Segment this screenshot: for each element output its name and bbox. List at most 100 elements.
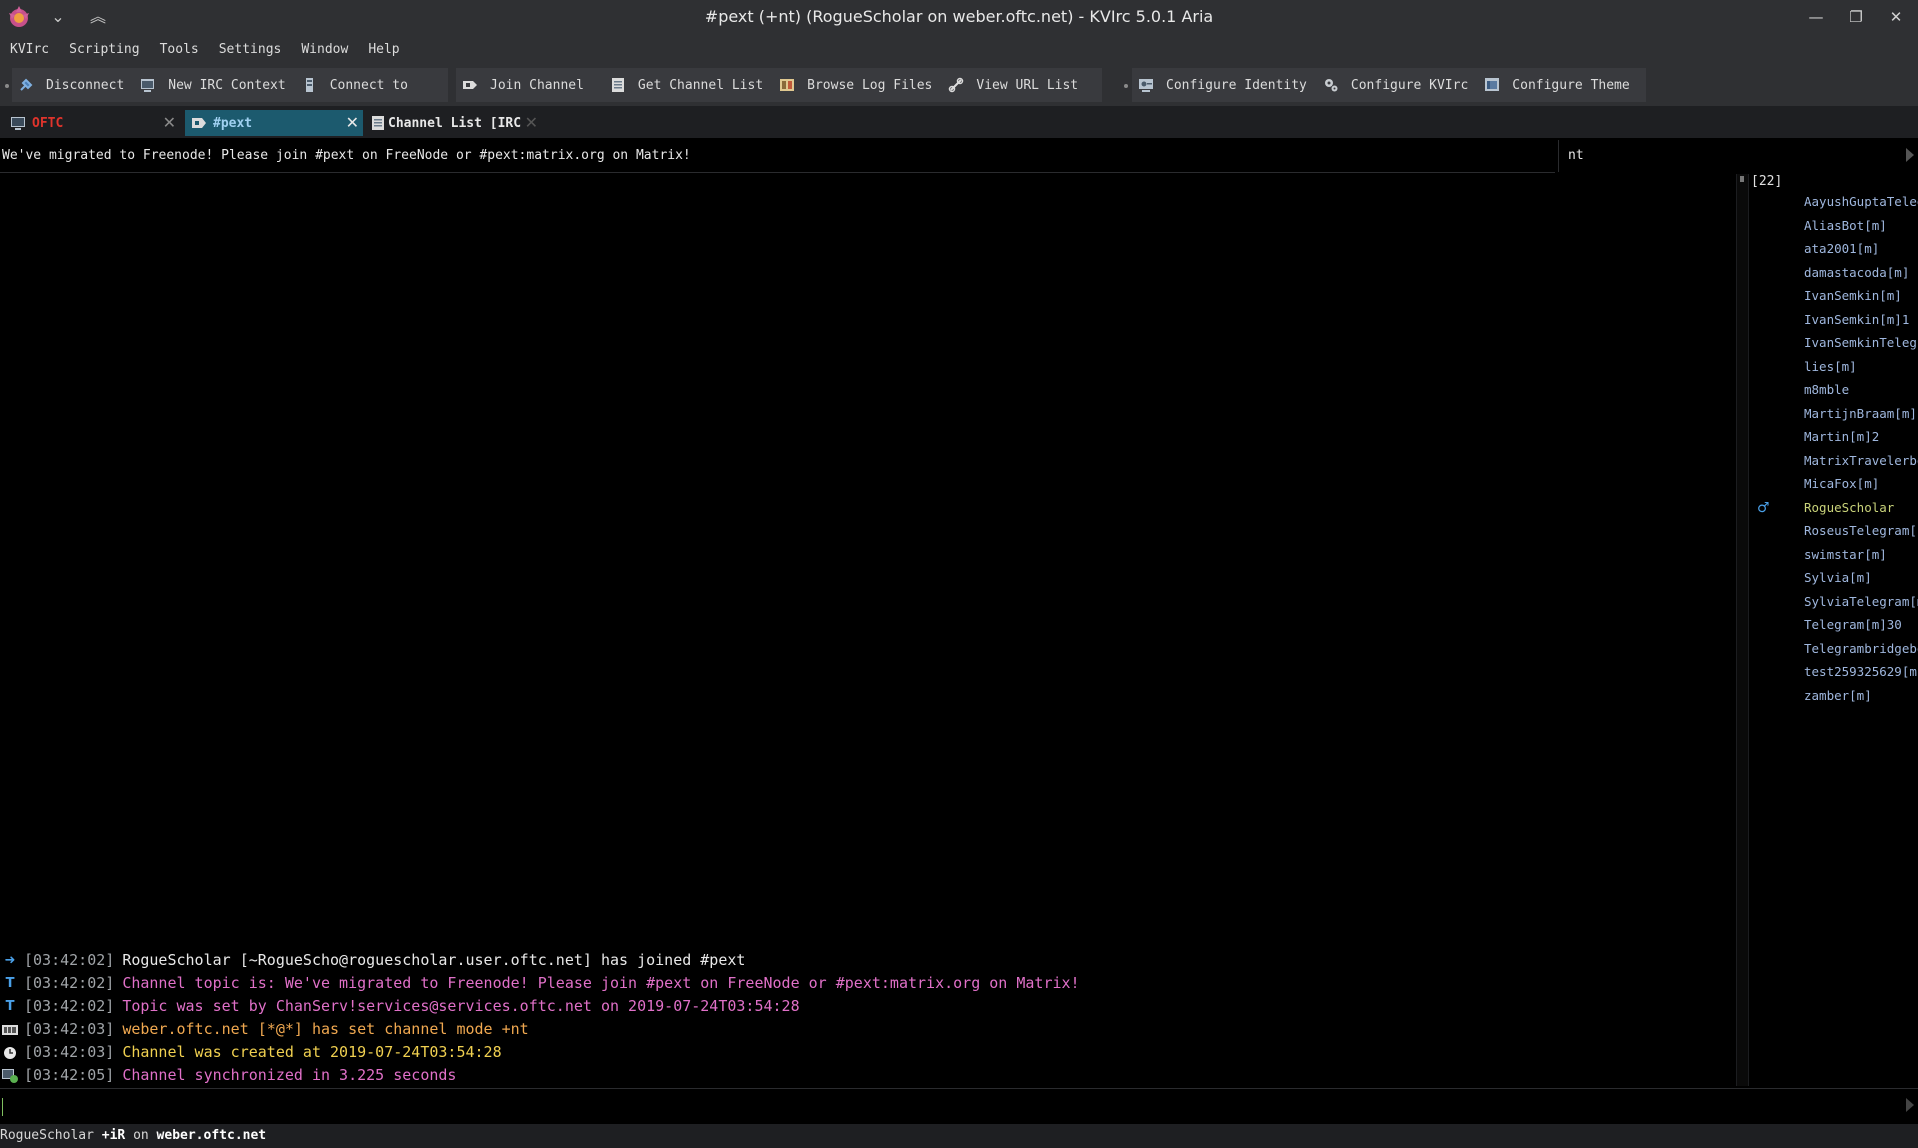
new-context-icon	[140, 77, 156, 93]
channel-mode-field[interactable]: nt	[1558, 140, 1903, 172]
menu-tools[interactable]: Tools	[150, 34, 209, 66]
menu-kvirc[interactable]: KVIrc	[0, 34, 59, 66]
channel-output-view[interactable]: ➜ [03:42:02] RogueScholar [~RogueScho@ro…	[0, 174, 1736, 1086]
message-text: RogueScholar [~RogueScho@roguescholar.us…	[122, 951, 746, 969]
get-channel-list-label: Get Channel List	[637, 77, 764, 93]
user-list-item[interactable]: MartijnBraam[m]	[1804, 402, 1917, 425]
user-list-item[interactable]: RogueScholar	[1804, 496, 1894, 519]
window-title: #pext (+nt) (RogueScholar on weber.oftc.…	[704, 7, 1214, 26]
configure-kvirc-button[interactable]: Configure KVIrc	[1317, 68, 1478, 102]
message-timestamp: [03:42:03]	[24, 1020, 115, 1038]
double-chevron-up-icon[interactable]: ︽	[86, 5, 110, 29]
topic-icon: T	[5, 999, 15, 1014]
user-list-item[interactable]: swimstar[m]	[1804, 543, 1887, 566]
gears-icon	[1323, 77, 1339, 93]
message-line: [03:42:03] weber.oftc.net [*@*] has set …	[0, 1018, 529, 1041]
message-timestamp: [03:42:02]	[24, 951, 115, 969]
configure-theme-button[interactable]: Configure Theme	[1478, 68, 1639, 102]
chevron-down-icon[interactable]: ⌄	[46, 5, 70, 29]
close-tab-pext-icon[interactable]: ✕	[346, 110, 359, 136]
user-list-item[interactable]: MicaFox[m]	[1804, 472, 1879, 495]
toolbar-group-connection: Disconnect New IRC Context Connect to	[12, 68, 448, 102]
output-scrollbar-thumb[interactable]	[1740, 176, 1744, 182]
toolbar-handle[interactable]	[1124, 84, 1128, 88]
user-list-item[interactable]: Telegram[m]30	[1804, 613, 1902, 636]
user-list-item[interactable]: m8mble	[1804, 378, 1849, 401]
input-expand-arrow-icon[interactable]	[1906, 1098, 1914, 1112]
menu-settings[interactable]: Settings	[209, 34, 292, 66]
message-input[interactable]	[0, 1088, 1918, 1123]
message-timestamp: [03:42:02]	[24, 997, 115, 1015]
status-nick: RogueScholar	[0, 1128, 94, 1143]
user-list-item[interactable]: IvanSemkin[m]	[1804, 284, 1902, 307]
console-icon	[11, 117, 25, 130]
user-list-item[interactable]: lies[m]	[1804, 355, 1857, 378]
message-line: ➜ [03:42:02] RogueScholar [~RogueScho@ro…	[0, 949, 746, 972]
sync-icon	[2, 1068, 18, 1084]
identity-icon	[1138, 77, 1154, 93]
tab-channel-list[interactable]: Channel List [IRC ✕	[368, 110, 540, 136]
server-icon	[302, 77, 318, 93]
user-count: [22]	[1751, 174, 1783, 189]
join-channel-button[interactable]: Join Channel	[456, 68, 594, 102]
channel-topic: We've migrated to Freenode! Please join …	[2, 148, 691, 163]
user-list-item[interactable]: ata2001[m]	[1804, 237, 1879, 260]
message-text: Channel topic is: We've migrated to Free…	[122, 974, 1080, 992]
user-list-item[interactable]: Martin[m]2	[1804, 425, 1879, 448]
get-channel-list-button[interactable]: Get Channel List	[594, 68, 773, 102]
mode-icon	[2, 1022, 18, 1038]
configure-identity-button[interactable]: Configure Identity	[1132, 68, 1317, 102]
disconnect-button[interactable]: Disconnect	[12, 68, 134, 102]
tab-channel-list-label: Channel List [IRC	[388, 115, 522, 131]
toolbar-group-config: Configure Identity Configure KVIrc Confi…	[1132, 68, 1646, 102]
disconnect-label: Disconnect	[46, 77, 125, 93]
channel-mode: nt	[1568, 148, 1584, 163]
toolbar-handle[interactable]	[5, 84, 9, 88]
channel-icon	[192, 118, 206, 128]
status-user-mode: +iR	[101, 1128, 126, 1143]
close-tab-oftc-icon[interactable]: ✕	[163, 110, 176, 136]
log-files-icon	[779, 77, 795, 93]
connect-to-label: Connect to	[329, 77, 408, 93]
topic-expand-arrow-icon[interactable]	[1906, 148, 1914, 162]
user-list-item[interactable]: AayushGuptaTeleg	[1804, 190, 1918, 213]
topic-icon: T	[5, 976, 15, 991]
new-irc-context-label: New IRC Context	[168, 77, 286, 93]
minimize-button[interactable]: —	[1796, 0, 1836, 34]
user-list-item[interactable]: zamber[m]	[1804, 684, 1872, 707]
new-irc-context-button[interactable]: New IRC Context	[134, 68, 295, 102]
user-list-item[interactable]: Sylvia[m]	[1804, 566, 1872, 589]
tab-pext-label: #pext	[213, 115, 253, 131]
tab-oftc[interactable]: OFTC ✕	[4, 110, 180, 136]
menu-window[interactable]: Window	[291, 34, 358, 66]
message-text: weber.oftc.net [*@*] has set channel mod…	[122, 1020, 529, 1038]
view-url-list-button[interactable]: View URL List	[942, 68, 1088, 102]
message-timestamp: [03:42:02]	[24, 974, 115, 992]
plug-icon	[18, 77, 34, 93]
status-on: on	[133, 1128, 149, 1143]
browse-log-files-button[interactable]: Browse Log Files	[773, 68, 942, 102]
toolbar-group-channels: Join Channel Get Channel List Browse Log…	[456, 68, 1102, 102]
menu-scripting[interactable]: Scripting	[59, 34, 149, 66]
close-tab-channel-list-icon[interactable]: ✕	[525, 110, 538, 136]
user-list-item[interactable]: IvanSemkin[m]1	[1804, 308, 1909, 331]
message-line: T [03:42:02] Channel topic is: We've mig…	[0, 972, 1080, 995]
close-window-button[interactable]: ✕	[1876, 0, 1916, 34]
user-list[interactable]: [22] AayushGuptaTeleg AliasBot[m] ata2001[…	[1748, 174, 1918, 1086]
watermark	[1898, 440, 1918, 700]
configure-kvirc-label: Configure KVIrc	[1350, 77, 1469, 93]
window-tab-bar: OFTC ✕ #pext ✕ Channel List [IRC ✕	[0, 106, 1918, 138]
kvirc-logo-icon[interactable]	[6, 4, 32, 30]
tab-pext[interactable]: #pext ✕	[185, 110, 363, 136]
menu-help[interactable]: Help	[358, 34, 409, 66]
channel-topic-bar[interactable]: We've migrated to Freenode! Please join …	[0, 140, 1555, 173]
user-list-item[interactable]: AliasBot[m]	[1804, 214, 1887, 237]
message-text: Channel was created at 2019-07-24T03:54:…	[122, 1043, 502, 1061]
message-line: [03:42:03] Channel was created at 2019-0…	[0, 1041, 502, 1064]
user-list-item[interactable]: IvanSemkinTelegr	[1804, 331, 1918, 354]
browse-log-files-label: Browse Log Files	[807, 77, 933, 93]
connect-to-button[interactable]: Connect to	[296, 68, 418, 102]
user-list-item[interactable]: damastacoda[m]	[1804, 261, 1909, 284]
message-text: Topic was set by ChanServ!services@servi…	[122, 997, 800, 1015]
restore-button[interactable]: ❐	[1836, 0, 1876, 34]
